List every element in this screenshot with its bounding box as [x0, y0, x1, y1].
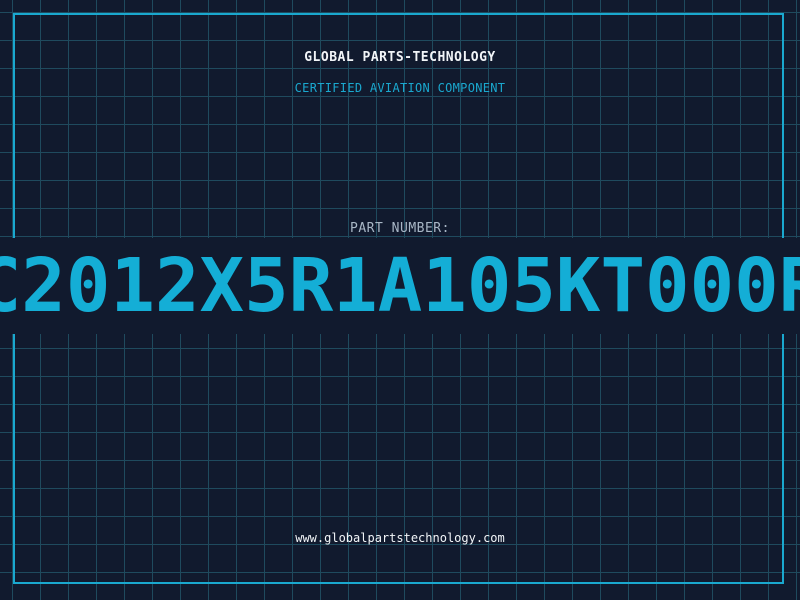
part-number-label: PART NUMBER: [350, 221, 450, 236]
website-url: www.globalpartstechnology.com [295, 531, 505, 545]
part-number-value: C2012X5R1A105KT000R [0, 243, 800, 329]
brand-title: GLOBAL PARTS-TECHNOLOGY [304, 50, 496, 65]
brand-subtitle: CERTIFIED AVIATION COMPONENT [294, 81, 506, 95]
part-card: GLOBAL PARTS-TECHNOLOGY CERTIFIED AVIATI… [0, 0, 800, 600]
part-number-band: C2012X5R1A105KT000R [0, 238, 800, 334]
